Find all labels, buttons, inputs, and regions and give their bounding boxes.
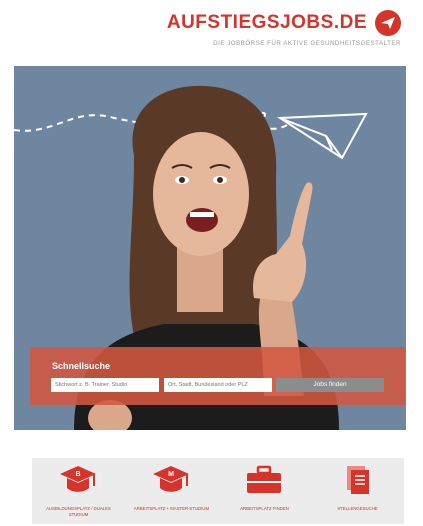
category-label: AUSBILDUNGSPLATZ / DUALES STUDIUM <box>46 506 111 517</box>
category-master[interactable]: M ARBEITSPLATZ + MASTER-STUDIUM <box>125 458 218 524</box>
quick-search-title: Schnellsuche <box>52 361 111 371</box>
paper-plane-logo-icon <box>375 10 401 36</box>
category-label: STELLENGESUCHE <box>337 506 378 511</box>
documents-icon <box>347 466 369 494</box>
category-training[interactable]: B AUSBILDUNGSPLATZ / DUALES STUDIUM <box>32 458 125 524</box>
site-header: AUFSTIEGSJOBS.DE DIE JOBBÖRSE FÜR AKTIVE… <box>0 0 423 64</box>
find-jobs-button[interactable]: Jobs finden <box>276 378 384 392</box>
keyword-input[interactable] <box>51 378 159 392</box>
paper-plane-icon <box>276 112 368 160</box>
category-label: ARBEITSPLATZ + MASTER-STUDIUM <box>133 506 210 511</box>
briefcase-icon <box>247 465 281 493</box>
brand-logo-link[interactable]: AUFSTIEGSJOBS.DE <box>167 10 401 36</box>
category-bar: B AUSBILDUNGSPLATZ / DUALES STUDIUM M AR… <box>32 458 404 524</box>
brand-name: AUFSTIEGSJOBS.DE <box>166 12 367 33</box>
brand-tagline: DIE JOBBÖRSE FÜR AKTIVE GESUNDHEITSGESTA… <box>213 40 401 47</box>
svg-text:B: B <box>75 471 80 478</box>
category-job[interactable]: ARBEITSPLATZ FINDEN <box>218 458 311 524</box>
quick-search-panel: Schnellsuche Jobs finden <box>30 347 405 405</box>
grad-cap-b-icon: B <box>60 466 96 492</box>
svg-text:M: M <box>168 471 174 478</box>
location-input[interactable] <box>164 378 272 392</box>
grad-cap-m-icon: M <box>153 466 189 492</box>
category-label: ARBEITSPLATZ FINDEN <box>240 506 289 511</box>
category-requests[interactable]: STELLENGESUCHE <box>311 458 404 524</box>
